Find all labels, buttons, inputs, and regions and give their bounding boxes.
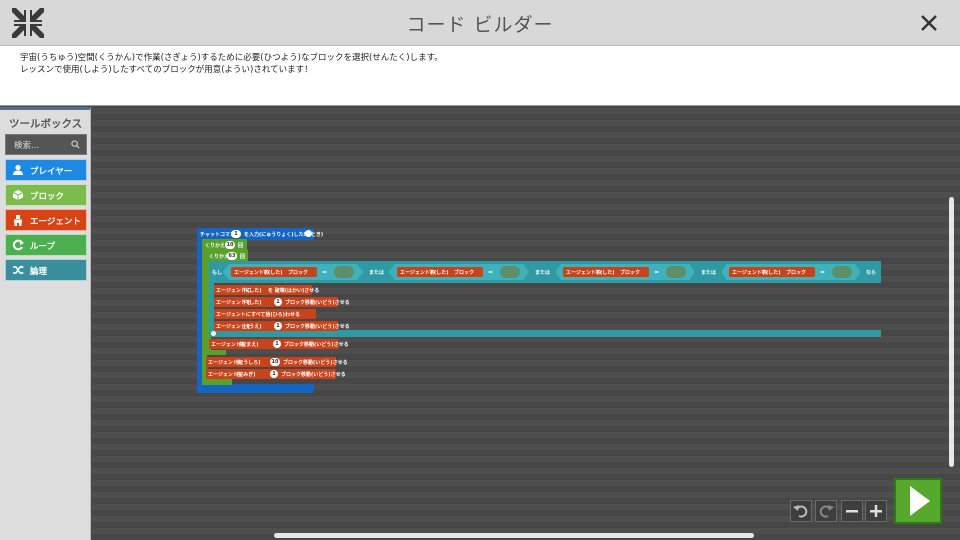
agent-direction[interactable]: 後(うしろ) [236,359,261,366]
redo-button[interactable] [815,500,837,522]
agent-action-suffix: ブロック移動(いどう)させる [285,324,350,330]
cube-icon [12,190,24,200]
zoom-out-button[interactable] [841,500,863,522]
code-workspace[interactable]: チャットコマンド 1 を入力(にゅうりょく)した時(とき) くりかえし 10 回… [92,107,960,540]
cond-direction[interactable]: 下(した) [429,269,449,276]
repeat-count[interactable]: 63 [227,251,237,260]
agent-steps[interactable]: 10 [270,358,280,366]
category-label: エージェント [30,217,81,227]
agent-action-suffix: ブロック移動(いどう)させる [285,300,350,306]
if-add-icon[interactable] [211,331,216,336]
agent-action-label: エージェントにすべて拾(ひろ)わせる [216,312,300,318]
block-picker-icon[interactable] [666,266,686,278]
or-label: または [701,270,717,276]
toolbox-title: ツールボックス [9,118,83,130]
agent-move-block[interactable]: エージェントを 右(みぎ) 1 ブロック移動(いどう)させる [206,369,346,379]
redo-icon [819,505,834,518]
window-title: コード ビルダー [406,14,554,36]
agent-action-suffix: ブロック移動(いどう)させる [281,372,346,378]
undo-icon [793,505,808,518]
agent-destroy-block[interactable]: エージェントに 下(した) を 破壊(はかい)させる [214,285,319,295]
category-label: 論理 [30,267,48,277]
category-agent[interactable]: エージェント [5,209,87,231]
agent-move-block[interactable]: エージェントを 前(まえ) 1 ブロック移動(いどう)させる [209,339,349,349]
agent-steps[interactable]: 1 [274,322,282,330]
repeat-unit: 回 [240,254,246,260]
horizontal-scrollbar[interactable] [274,533,754,538]
block-picker-icon[interactable] [500,266,520,278]
minus-icon [846,510,858,513]
category-label: プレイヤー [30,167,73,177]
agent-direction[interactable]: 下(した) [242,299,262,306]
chat-command-value[interactable]: 1 [231,230,241,238]
toolbox-search-input[interactable]: 検索... [5,134,87,155]
if-label: もし [212,270,223,276]
run-button[interactable] [894,478,942,524]
agent-steps[interactable]: 1 [273,340,281,348]
agent-move-block[interactable]: エージェントを 後(うしろ) 10 ブロック移動(いどう)させる [206,357,348,367]
cond-block: ブロック [454,270,475,276]
agent-move-block[interactable]: エージェントを 下(した) 1 ブロック移動(いどう)させる [214,297,350,307]
cond-direction[interactable]: 下(した) [263,269,283,276]
then-label: なら [866,270,877,276]
agent-direction[interactable]: 右(みぎ) [236,371,256,378]
loop-icon [12,239,24,251]
cond-eq[interactable]: ＝ [654,269,659,276]
play-icon [910,486,930,516]
undo-button[interactable] [790,500,812,522]
agent-direction[interactable]: 下(した) [242,287,262,294]
cond-block: ブロック [620,270,641,276]
shuffle-icon [13,265,24,275]
agent-steps[interactable]: 1 [274,298,282,306]
instructions-line-2: レッスンで使用(しよう)したすべてのブロックが用意(ようい)されています！ [20,65,313,75]
category-label: ブロック [30,192,65,202]
plus-icon [870,505,882,517]
repeat-count[interactable]: 10 [225,240,235,249]
cond-direction[interactable]: 下(した) [761,269,781,276]
vertical-scrollbar[interactable] [949,197,954,467]
toolbox: ツールボックス 検索... プレイヤー ブロック エージェント ループ 論理 [0,107,91,540]
search-placeholder: 検索... [14,141,40,151]
agent-direction[interactable]: 上(うえ) [242,323,262,330]
cond-eq[interactable]: ＝ [488,269,493,276]
instructions-panel: 宇宙(うちゅう)空間(くうかん)で作業(さぎょう)するために必要(ひつよう)なブ… [0,46,960,106]
cond-block: ブロック [786,270,807,276]
instructions-line-1: 宇宙(うちゅう)空間(くうかん)で作業(さぎょう)するために必要(ひつよう)なブ… [20,53,443,63]
add-icon[interactable] [305,230,312,237]
search-icon [71,140,80,149]
agent-icon [14,215,22,226]
agent-steps[interactable]: 1 [270,370,278,378]
person-icon [13,164,23,175]
agent-move-block[interactable]: エージェントを 上(うえ) 1 ブロック移動(いどう)させる [214,321,350,331]
agent-action-suffix: ブロック移動(いどう)させる [283,360,348,366]
zoom-in-button[interactable] [865,500,887,522]
block-picker-icon[interactable] [334,266,354,278]
agent-action-suffix: ブロック移動(いどう)させる [284,342,349,348]
agent-collect-block[interactable]: エージェントにすべて拾(ひろ)わせる [214,309,316,319]
category-player[interactable]: プレイヤー [5,159,87,181]
cond-eq[interactable]: ＝ [820,269,825,276]
agent-direction[interactable]: 前(まえ) [239,341,259,348]
cond-eq[interactable]: ＝ [322,269,327,276]
category-logic[interactable]: 論理 [5,259,87,281]
or-label: または [535,270,551,276]
cond-direction[interactable]: 下(した) [595,269,615,276]
agent-action-suffix: を 破壊(はかい)させる [268,288,320,294]
repeat-unit: 回 [238,243,244,249]
block-picker-icon[interactable] [832,266,852,278]
category-block[interactable]: ブロック [5,184,87,206]
close-icon[interactable] [920,14,938,32]
cond-block: ブロック [288,270,309,276]
category-loop[interactable]: ループ [5,234,87,256]
category-label: ループ [30,242,55,252]
or-label: または [369,270,385,276]
title-bar: コード ビルダー [0,0,960,46]
